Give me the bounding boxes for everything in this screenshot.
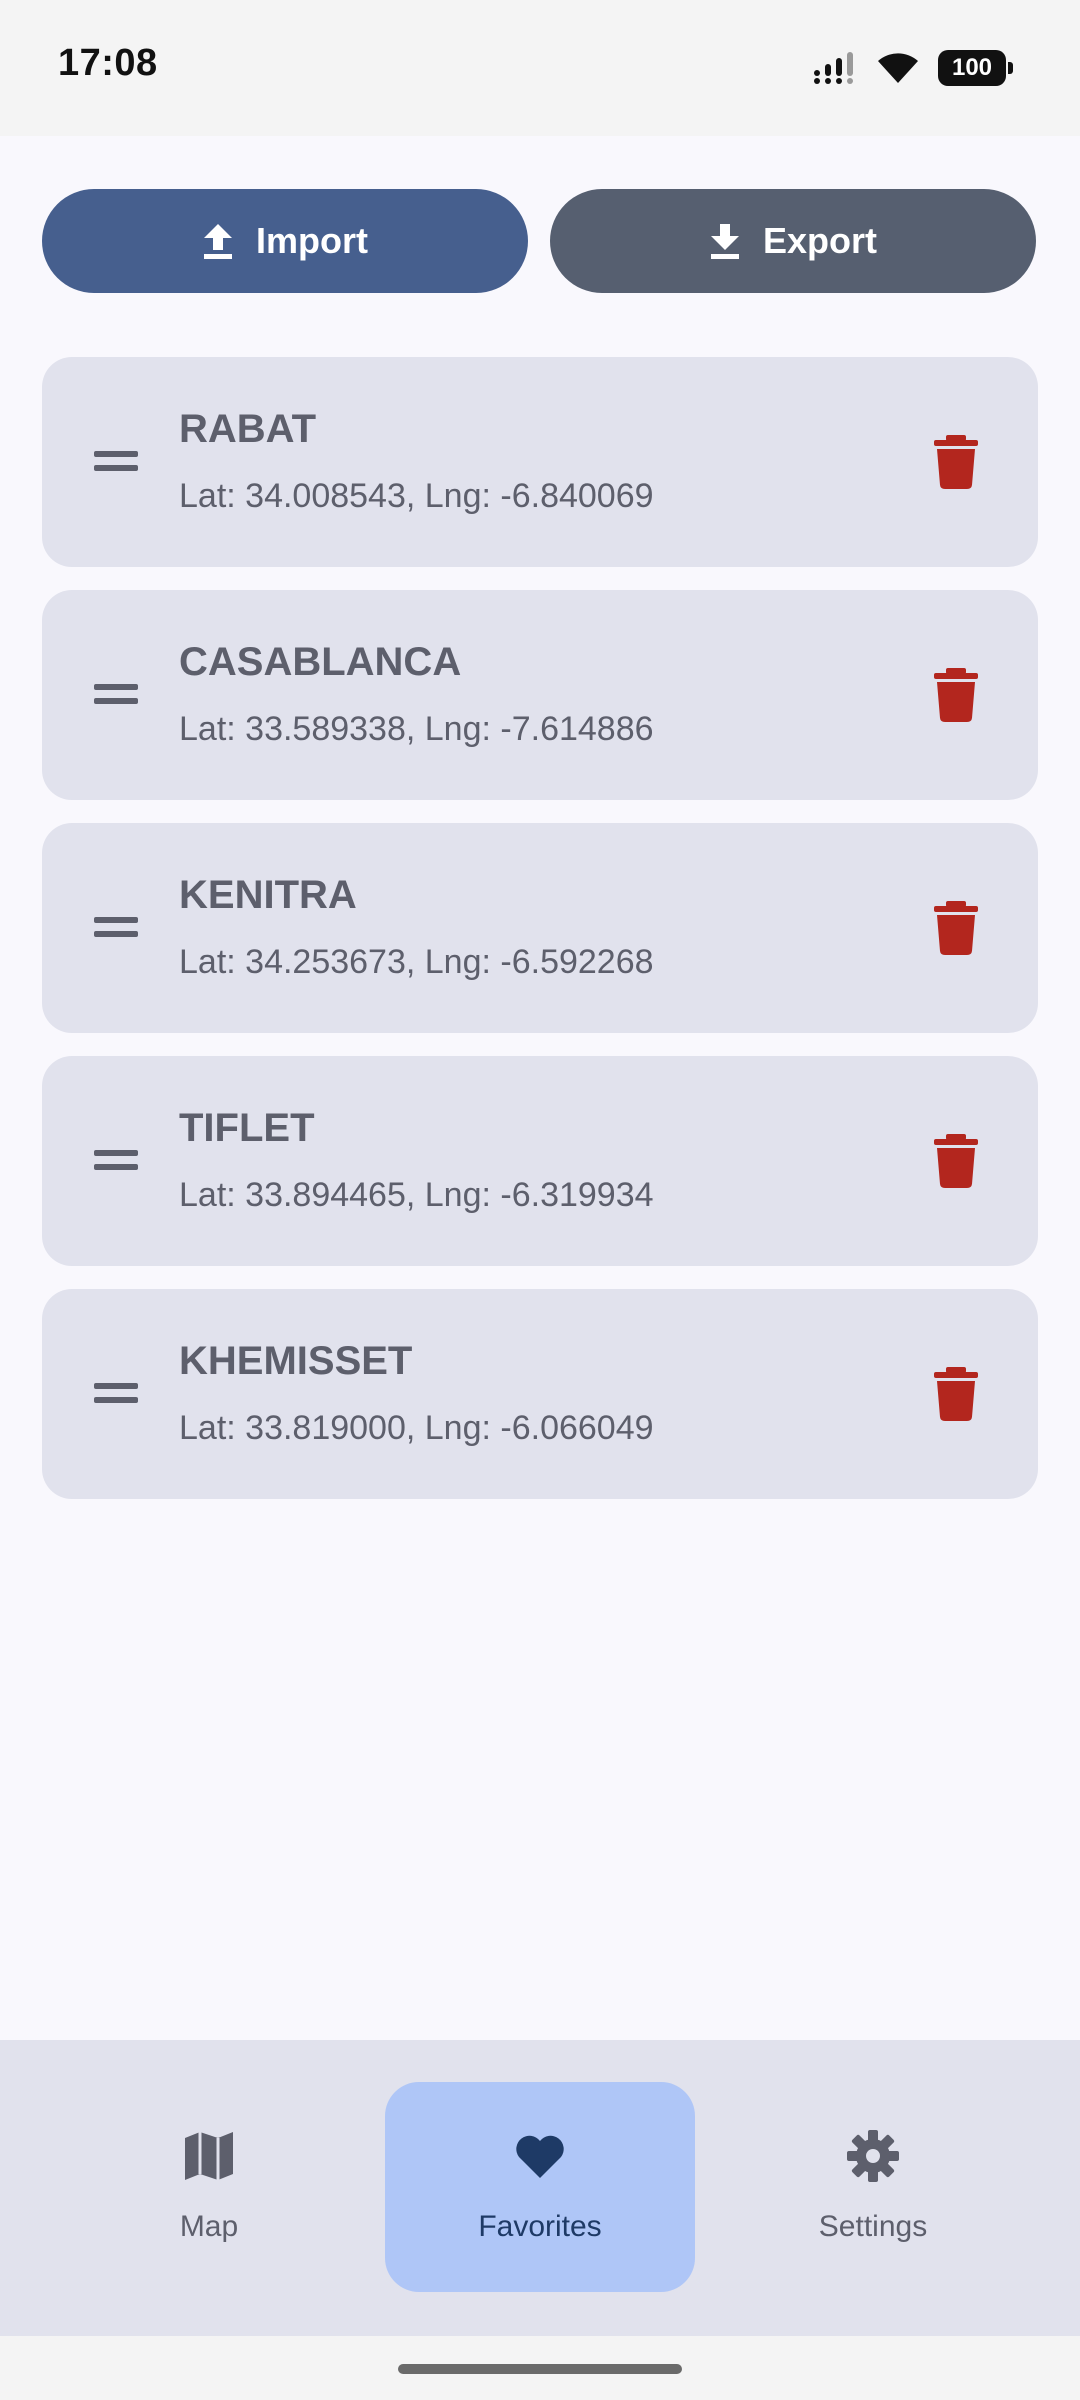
signal-icon xyxy=(814,52,853,84)
trash-icon[interactable] xyxy=(932,435,980,489)
favorite-coords: Lat: 33.589338, Lng: -7.614886 xyxy=(179,710,654,748)
drag-handle-icon[interactable] xyxy=(94,913,138,941)
favorite-name: TIFLET xyxy=(179,1106,315,1150)
status-bar: 17:08 100 xyxy=(0,0,1080,136)
favorite-name: KHEMISSET xyxy=(179,1339,413,1383)
trash-icon[interactable] xyxy=(932,1134,980,1188)
status-icons: 100 xyxy=(812,48,1013,88)
drag-handle-icon[interactable] xyxy=(94,680,138,708)
favorite-item-kenitra[interactable]: KENITRA Lat: 34.253673, Lng: -6.592268 xyxy=(42,823,1038,1033)
favorite-item-khemisset[interactable]: KHEMISSET Lat: 33.819000, Lng: -6.066049 xyxy=(42,1289,1038,1499)
import-label: Import xyxy=(256,220,368,261)
battery-icon: 100 xyxy=(938,50,1013,86)
upload-icon xyxy=(204,224,232,259)
export-label: Export xyxy=(762,220,877,261)
home-indicator[interactable] xyxy=(398,2364,682,2374)
nav-map[interactable]: Map xyxy=(54,2082,364,2292)
favorites-list: RABAT Lat: 34.008543, Lng: -6.840069 CAS… xyxy=(42,357,1038,1522)
favorite-coords: Lat: 33.819000, Lng: -6.066049 xyxy=(179,1409,654,1447)
battery-level: 100 xyxy=(951,54,993,81)
heart-icon xyxy=(516,2135,564,2178)
wifi-icon xyxy=(878,53,918,83)
trash-icon[interactable] xyxy=(932,668,980,722)
favorite-coords: Lat: 33.894465, Lng: -6.319934 xyxy=(179,1176,654,1214)
favorite-coords: Lat: 34.008543, Lng: -6.840069 xyxy=(179,477,654,515)
gesture-bar xyxy=(0,2336,1080,2400)
favorite-item-casablanca[interactable]: CASABLANCA Lat: 33.589338, Lng: -7.61488… xyxy=(42,590,1038,800)
favorite-coords: Lat: 34.253673, Lng: -6.592268 xyxy=(179,943,654,981)
favorite-name: KENITRA xyxy=(179,873,357,917)
favorite-item-tiflet[interactable]: TIFLET Lat: 33.894465, Lng: -6.319934 xyxy=(42,1056,1038,1266)
gear-icon xyxy=(847,2130,899,2182)
favorite-item-rabat[interactable]: RABAT Lat: 34.008543, Lng: -6.840069 xyxy=(42,357,1038,567)
drag-handle-icon[interactable] xyxy=(94,447,138,475)
drag-handle-icon[interactable] xyxy=(94,1146,138,1174)
nav-settings-label: Settings xyxy=(818,2210,928,2243)
import-button[interactable]: Import xyxy=(42,189,528,293)
nav-favorites-label: Favorites xyxy=(478,2210,602,2243)
favorite-name: RABAT xyxy=(179,407,317,451)
nav-map-label: Map xyxy=(179,2210,239,2243)
trash-icon[interactable] xyxy=(932,901,980,955)
status-time: 17:08 xyxy=(58,42,158,84)
nav-settings[interactable]: Settings xyxy=(718,2082,1028,2292)
trash-icon[interactable] xyxy=(932,1367,980,1421)
download-icon xyxy=(710,224,739,259)
favorite-name: CASABLANCA xyxy=(179,640,462,684)
bottom-navigation: Map Favorites Settings xyxy=(0,2040,1080,2336)
drag-handle-icon[interactable] xyxy=(94,1379,138,1407)
export-button[interactable]: Export xyxy=(550,189,1036,293)
map-icon xyxy=(185,2132,233,2180)
nav-favorites[interactable]: Favorites xyxy=(385,2082,695,2292)
